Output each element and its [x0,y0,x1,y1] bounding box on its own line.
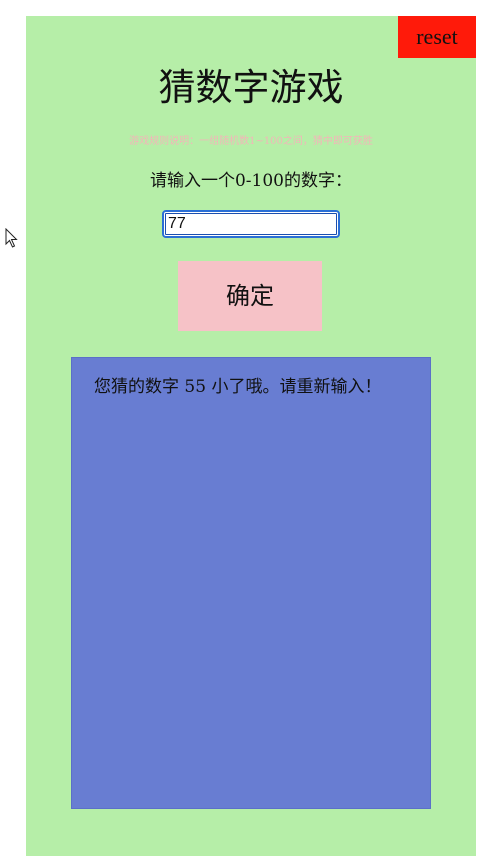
result-box: 您猜的数字 55 小了哦。请重新输入！ [71,357,431,809]
reset-button[interactable]: reset [398,16,476,58]
input-prompt: 请输入一个0-100的数字： [149,171,352,191]
result-message: 您猜的数字 55 小了哦。请重新输入！ [94,377,382,397]
number-input[interactable] [162,210,340,238]
page-title: 猜数字游戏 [158,66,344,109]
mouse-pointer-icon [5,228,18,248]
confirm-button[interactable]: 确定 [178,261,322,331]
page-subtitle: 游戏规则说明：一组随机数1~100之间，猜中即可获胜 [129,136,373,147]
